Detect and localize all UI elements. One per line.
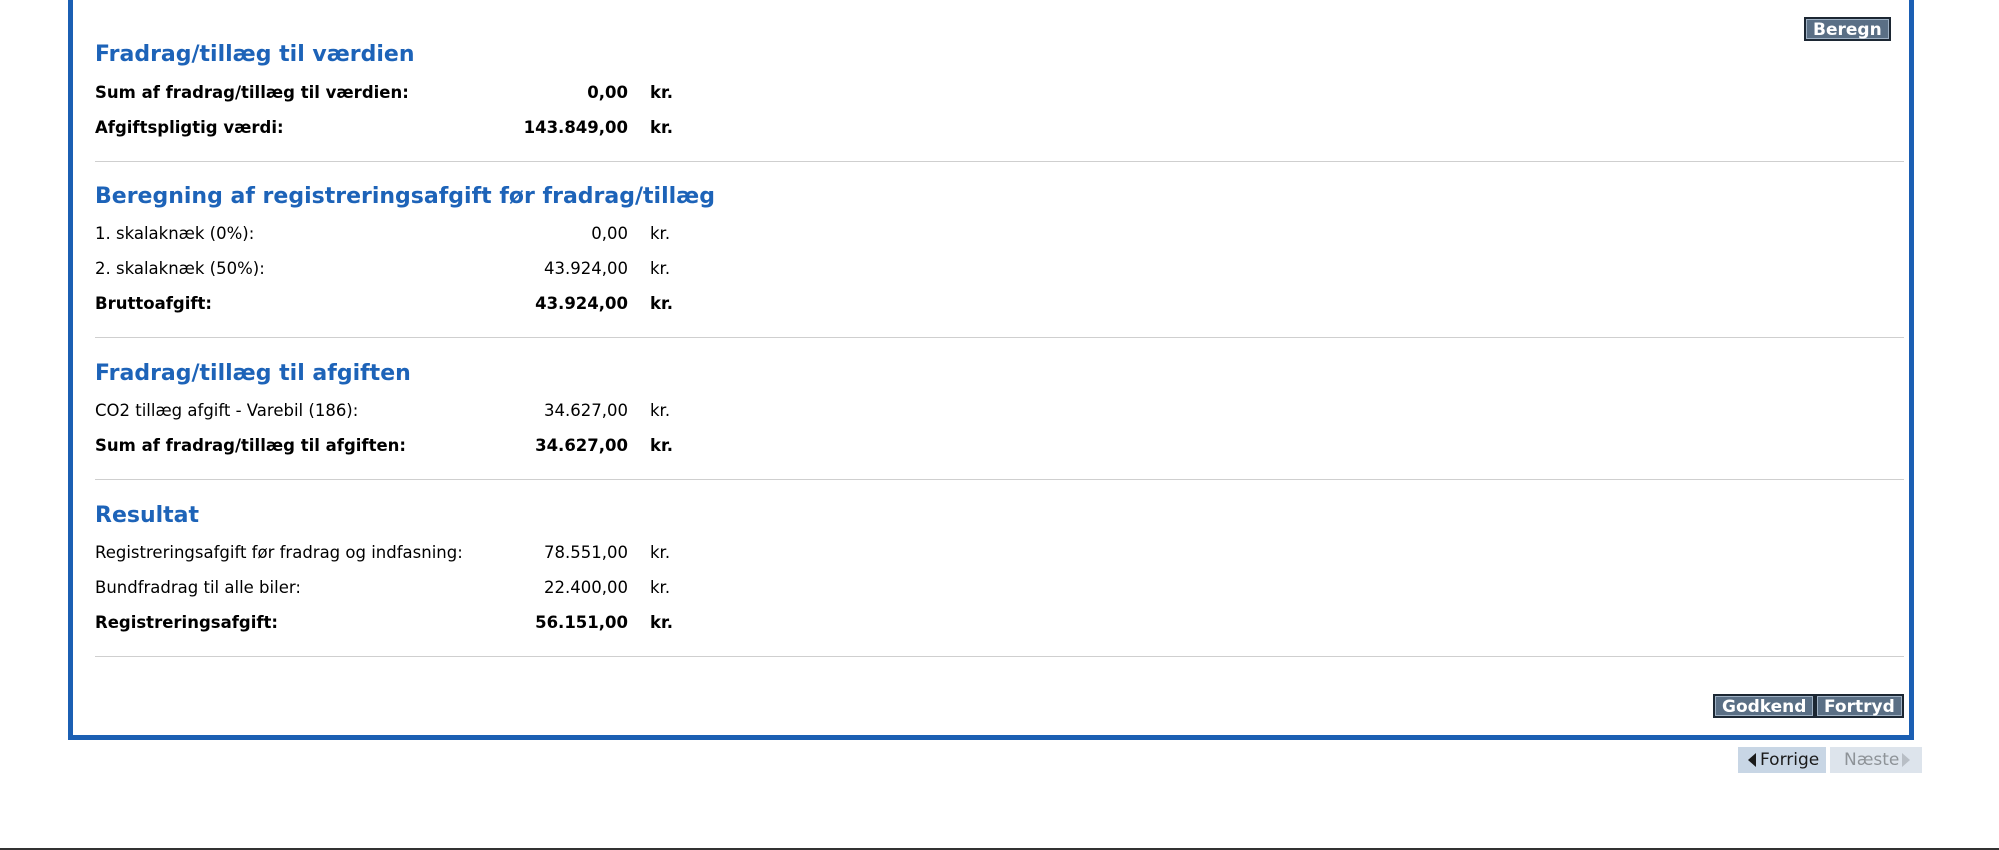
row-registreringsafgift-foer-fradrag: Registreringsafgift før fradrag og indfa… [95, 541, 695, 565]
row-unit: kr. [650, 83, 674, 102]
row-value: 56.151,00 [535, 613, 628, 632]
row-label: Bruttoafgift: [95, 294, 213, 313]
previous-button[interactable]: Forrige [1738, 747, 1826, 773]
previous-label: Forrige [1760, 750, 1820, 770]
section-title-fradrag-vaerdi: Fradrag/tillæg til værdien [95, 42, 415, 67]
row-label: Registreringsafgift: [95, 613, 279, 632]
row-value: 78.551,00 [544, 543, 628, 562]
row-unit: kr. [650, 118, 674, 137]
section-title-beregning: Beregning af registreringsafgift før fra… [95, 184, 715, 209]
row-unit: kr. [650, 436, 674, 455]
divider [95, 337, 1904, 338]
row-label: 2. skalaknæk (50%): [95, 259, 265, 278]
row-value: 43.924,00 [535, 294, 628, 313]
row-value: 0,00 [591, 224, 628, 243]
row-value: 34.627,00 [535, 436, 628, 455]
row-value: 22.400,00 [544, 578, 628, 597]
fortryd-button[interactable]: Fortryd [1815, 694, 1904, 718]
row-unit: kr. [650, 613, 674, 632]
row-unit: kr. [650, 294, 674, 313]
row-label: Registreringsafgift før fradrag og indfa… [95, 543, 463, 562]
row-unit: kr. [650, 224, 671, 243]
row-unit: kr. [650, 543, 671, 562]
beregn-button[interactable]: Beregn [1804, 17, 1891, 41]
row-unit: kr. [650, 578, 671, 597]
row-label: CO2 tillæg afgift - Varebil (186): [95, 401, 359, 420]
next-label: Næste [1844, 750, 1900, 770]
section-title-resultat: Resultat [95, 503, 200, 528]
row-value: 34.627,00 [544, 401, 628, 420]
row-value: 43.924,00 [544, 259, 628, 278]
divider [95, 161, 1904, 162]
godkend-button[interactable]: Godkend [1713, 694, 1816, 718]
row-bundfradrag: Bundfradrag til alle biler: 22.400,00 kr… [95, 576, 695, 600]
row-value: 0,00 [587, 83, 628, 102]
row-label: 1. skalaknæk (0%): [95, 224, 255, 243]
row-label: Bundfradrag til alle biler: [95, 578, 301, 597]
row-label: Sum af fradrag/tillæg til værdien: [95, 83, 409, 102]
divider [95, 656, 1904, 657]
row-value: 143.849,00 [523, 118, 628, 137]
row-registreringsafgift: Registreringsafgift: 56.151,00 kr. [95, 611, 695, 635]
row-bruttoafgift: Bruttoafgift: 43.924,00 kr. [95, 292, 695, 316]
row-label: Sum af fradrag/tillæg til afgiften: [95, 436, 407, 455]
row-label: Afgiftspligtig værdi: [95, 118, 284, 137]
row-co2-tillaeg: CO2 tillæg afgift - Varebil (186): 34.62… [95, 399, 695, 423]
row-skalaknaek-1: 1. skalaknæk (0%): 0,00 kr. [95, 222, 695, 246]
calculation-panel: Beregn Fradrag/tillæg til værdien Sum af… [68, 0, 1914, 740]
arrow-left-icon [1748, 753, 1756, 767]
section-title-fradrag-afgift: Fradrag/tillæg til afgiften [95, 361, 411, 386]
row-sum-fradrag-vaerdi: Sum af fradrag/tillæg til værdien: 0,00 … [95, 81, 695, 105]
arrow-right-icon [1902, 753, 1911, 767]
next-button: Næste [1830, 747, 1922, 773]
row-skalaknaek-2: 2. skalaknæk (50%): 43.924,00 kr. [95, 257, 695, 281]
row-unit: kr. [650, 259, 671, 278]
row-afgiftspligtig-vaerdi: Afgiftspligtig værdi: 143.849,00 kr. [95, 116, 695, 140]
divider [95, 479, 1904, 480]
row-sum-fradrag-afgift: Sum af fradrag/tillæg til afgiften: 34.6… [95, 434, 695, 458]
row-unit: kr. [650, 401, 671, 420]
